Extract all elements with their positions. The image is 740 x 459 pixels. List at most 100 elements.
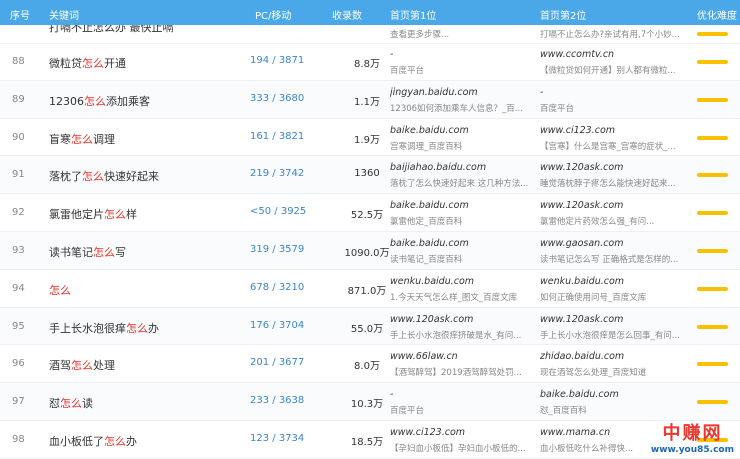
rank2-title: 读书笔记怎么写 正确格式是怎样的... [540,254,679,265]
row-number: 88 [12,56,25,67]
table-row[interactable]: 93 读书笔记怎么写 319 / 3579 1090.0万 baike.baidu.co… [0,231,740,270]
table-row[interactable]: 88 微粒贷怎么开通 194 / 3871 8.8万 - 百度平台 www.ccomtv.c… [0,43,740,81]
keyword-highlight: 怎么 [104,208,126,222]
rank2-domain[interactable]: www.120ask.com [540,162,690,173]
pc-mobile-index[interactable]: 333 / 3680 [250,93,304,104]
difficulty-bar [697,324,728,329]
keyword-prefix: 酒驾 [49,359,71,373]
rank1-title: 查看更多步骤... [390,30,450,40]
difficulty-bar [697,97,728,102]
table-row[interactable]: 98 血小板低了怎么办 123 / 3734 18.5万 www.ci123.com 【孕… [0,421,740,459]
pc-mobile-index[interactable]: 161 / 3821 [250,131,304,142]
rank2-domain[interactable]: www.ccomtv.cn [540,49,690,60]
rank2-title: 睡觉落枕脖子疼怎么能快速好起来... [540,179,676,190]
difficulty-bar [697,286,728,291]
difficulty-bar [697,211,728,216]
rank2-title: 现在酒驾怎么处理_百度知道 [540,368,647,379]
rank1-domain[interactable]: baike.baidu.com [390,200,530,211]
keyword-prefix: 血小板低了 [49,434,104,448]
row-number: 95 [12,320,25,332]
keyword-suffix: 开通 [104,57,126,70]
rank1-domain[interactable]: baijiahao.baidu.com [390,162,530,173]
keyword-prefix: 读书笔记 [49,245,93,259]
table-row[interactable]: 97 怼怎么读 233 / 3638 10.3万 - 百度平台 baike.baidu.co… [0,383,740,421]
keyword[interactable]: 打嗝不止怎么办 最快止嗝 [49,25,174,35]
rank2-domain[interactable]: www.120ask.com [540,314,690,325]
rank1-title: 落枕了怎么快速好起来 这几种方法... [390,179,529,190]
keyword-prefix: 氯雷他定片 [49,208,104,222]
rank2-domain[interactable]: www.gaosan.com [540,238,690,249]
pc-mobile-index[interactable]: 233 / 3638 [250,395,304,406]
pc-mobile-index[interactable]: 319 / 3579 [250,244,304,255]
keyword-highlight: 怎么 [60,397,82,411]
row-number: 90 [12,131,25,143]
keyword-prefix: 手上长水泡很痒 [49,321,126,335]
keyword[interactable]: 血小板低了怎么办 [49,433,137,449]
rank1-domain[interactable]: wenku.baidu.com [390,276,530,287]
keyword[interactable]: 微粒贷怎么开通 [49,55,126,71]
rank2-title: 【微粒贷如何开通】别人都有微粒... [540,66,676,76]
rank1-domain[interactable]: jingyan.baidu.com [390,87,530,98]
rank2-title: 手上长小水泡很痒是怎么回事_有问... [540,330,680,341]
rank2-domain[interactable]: - [540,87,690,98]
table-row[interactable]: 92 氯雷他定片怎么样 <50 / 3925 52.5万 baike.baidu.com… [0,194,740,232]
row-number: 97 [12,396,25,408]
watermark-url: www.you85.com [650,445,734,455]
keyword-highlight: 怎么 [49,283,71,297]
pc-mobile-index[interactable]: 123 / 3734 [250,433,304,444]
table-row[interactable]: 95 手上长水泡很痒怎么办 176 / 3704 55.0万 www.120ask.co… [0,307,740,346]
header-num: 序号 [10,11,30,22]
keyword-suffix: 办 [126,434,137,448]
rank1-domain[interactable]: www.120ask.com [390,314,530,325]
keyword[interactable]: 盲寒怎么调理 [49,131,115,147]
pc-mobile-index[interactable]: 201 / 3677 [250,357,304,368]
row-number: 91 [12,169,25,181]
rank1-domain[interactable]: - [390,389,530,400]
keyword[interactable]: 氯雷他定片怎么样 [49,206,137,222]
difficulty-bar [697,135,728,140]
table-row[interactable]: 94 怎么 678 / 3210 871.0万 wenku.baidu.com 1.今天天… [0,270,740,308]
keyword[interactable]: 读书笔记怎么写 [49,244,126,260]
rank1-domain[interactable]: baike.baidu.com [390,238,530,249]
rank2-domain[interactable]: zhidao.baidu.com [540,351,690,362]
rank2-domain[interactable]: wenku.baidu.com [540,276,690,287]
pc-mobile-index[interactable]: 678 / 3210 [250,282,304,293]
keyword[interactable]: 手上长水泡很痒怎么办 [49,320,159,336]
pc-mobile-index[interactable]: 219 / 3742 [250,168,304,179]
rank1-title: 【酒驾醉驾】2019酒驾醉驾处罚... [390,368,522,379]
table-row[interactable]: 90 盲寒怎么调理 161 / 3821 1.9万 baike.baidu.com 宫寒调… [0,119,740,157]
keyword[interactable]: 酒驾怎么处理 [49,357,115,373]
rank1-domain[interactable]: baike.baidu.com [390,125,530,136]
keyword[interactable]: 怼怎么读 [49,395,93,411]
rank1-title: 手上长小水泡很痒挤破是水_有问... [390,330,522,341]
table-header: 序号 关键词 PC/移动 收录数 首页第1位 首页第2位 优化难度 [0,0,740,25]
table-row[interactable]: 89 12306怎么添加乘客 333 / 3680 1.1万 jingyan.baidu… [0,80,740,119]
rank2-domain[interactable]: baike.baidu.com [540,389,690,400]
rank2-title: 百度平台 [540,103,575,114]
rank1-domain[interactable]: - [390,49,530,60]
rank2-domain[interactable]: www.120ask.com [540,200,690,211]
keyword-suffix: 写 [115,245,126,259]
pc-mobile-index[interactable]: 194 / 3871 [250,55,304,66]
keyword-prefix: 微粒贷 [49,57,82,70]
rank2-domain[interactable]: www.ci123.com [540,125,690,136]
table-row[interactable]: 91 落枕了怎么快速好起来 219 / 3742 1360 baijiahao.baid… [0,156,740,195]
table-row-partial[interactable]: 打嗝不止怎么办 最快止嗝 查看更多步骤... 打嗝不止怎么办?亲试有用,7个小妙… [0,25,740,44]
row-number: 92 [12,207,25,219]
rank1-domain[interactable]: www.66law.cn [390,351,530,362]
pc-mobile-index[interactable]: <50 / 3925 [250,206,306,217]
keyword[interactable]: 12306怎么添加乘客 [49,93,150,109]
rank1-title: 氯雷他定_百度百科 [390,217,463,228]
header-difficulty: 优化难度 [697,11,737,22]
rank1-domain[interactable]: www.ci123.com [390,427,530,438]
row-number: 94 [12,282,25,294]
keyword[interactable]: 怎么 [49,282,71,298]
keyword[interactable]: 落枕了怎么快速好起来 [49,168,159,184]
keyword-highlight: 怎么 [71,132,93,146]
rank1-title: 1.今天天气怎么样_图文_百度文库 [390,292,518,303]
rank2-title: 怼_百度百科 [540,406,587,417]
pc-mobile-index[interactable]: 176 / 3704 [250,320,304,331]
table-row[interactable]: 96 酒驾怎么处理 201 / 3677 8.0万 www.66law.cn 【酒驾醉驾】… [0,345,740,384]
keyword-suffix: 调理 [93,132,115,146]
keyword-highlight: 怎么 [126,321,148,335]
